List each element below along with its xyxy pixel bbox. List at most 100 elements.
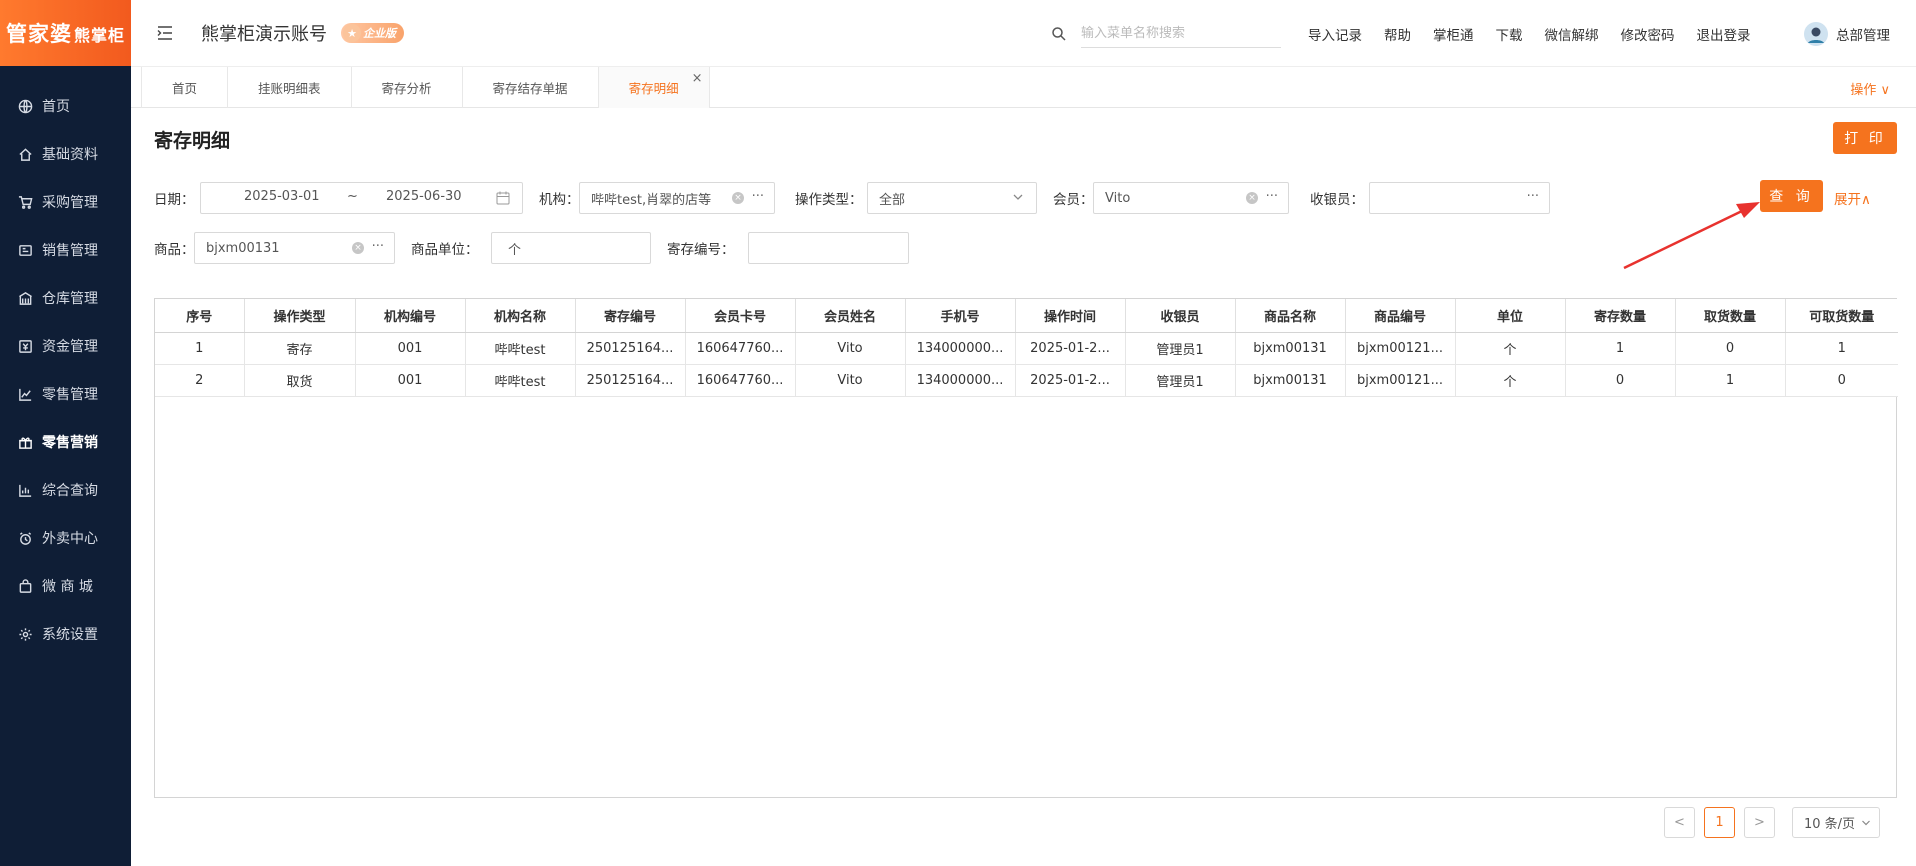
tab-home[interactable]: 首页 — [141, 67, 229, 108]
money-icon — [16, 337, 34, 355]
close-icon[interactable]: × — [692, 71, 703, 86]
page-size-select[interactable]: 10 条/页 — [1792, 807, 1880, 838]
operations-dropdown[interactable]: 操作 ∨ — [1850, 79, 1890, 98]
deposit-no-input[interactable] — [748, 232, 909, 264]
page-1-button[interactable]: 1 — [1704, 807, 1735, 838]
sidebar-item-query[interactable]: 综合查询 — [0, 466, 131, 514]
product-value: bjxm00131 — [206, 240, 280, 256]
page-tabs: 首页 挂账明细表 寄存分析 寄存结存单据 寄存明细 × — [141, 67, 710, 108]
table-cell: 250125164... — [575, 364, 686, 397]
sidebar-item-label: 系统设置 — [42, 627, 98, 643]
print-button[interactable]: 打 印 — [1833, 122, 1897, 154]
table-cell: 取货 — [244, 364, 356, 397]
cashier-selector[interactable]: ··· — [1369, 182, 1550, 214]
import-records-link[interactable]: 导入记录 — [1308, 24, 1362, 44]
table-cell: 2 — [155, 364, 245, 397]
user-menu[interactable]: 总部管理 — [1804, 22, 1890, 46]
column-header[interactable]: 机构名称 — [465, 299, 576, 333]
tab-deposit-detail[interactable]: 寄存明细 × — [598, 67, 710, 108]
column-header[interactable]: 可取货数量 — [1785, 299, 1898, 333]
prev-page-button[interactable]: < — [1664, 807, 1695, 838]
wechat-unbind-link[interactable]: 微信解绑 — [1545, 24, 1599, 44]
clear-icon[interactable]: × — [352, 242, 364, 254]
table-row[interactable]: 1 寄存 001 哔哔test 250125164... 160647760..… — [155, 332, 1898, 365]
column-header[interactable]: 操作时间 — [1015, 299, 1126, 333]
table-cell: 250125164... — [575, 332, 686, 365]
chevron-down-icon — [1862, 820, 1870, 826]
sidebar-item-purchase[interactable]: 采购管理 — [0, 178, 131, 226]
table-cell: 个 — [1455, 332, 1566, 365]
top-header: 熊掌柜演示账号 ★ 企业版 导入记录 帮助 掌柜通 下载 微信解绑 修改密码 退… — [131, 0, 1916, 66]
column-header[interactable]: 手机号 — [905, 299, 1016, 333]
change-password-link[interactable]: 修改密码 — [1621, 24, 1675, 44]
org-selector[interactable]: 哔哔test,肖翠的店等 × ··· — [579, 182, 775, 214]
query-button[interactable]: 查 询 — [1760, 180, 1823, 212]
page-size-value: 10 条/页 — [1804, 817, 1856, 832]
column-header[interactable]: 序号 — [155, 299, 245, 333]
sidebar-item-retail-marketing[interactable]: 零售营销 — [0, 418, 131, 466]
deposit-no-label: 寄存编号： — [667, 242, 735, 258]
calendar-icon — [496, 191, 510, 205]
sidebar-item-retail[interactable]: 零售管理 — [0, 370, 131, 418]
menu-collapse-icon[interactable] — [155, 23, 175, 43]
logout-link[interactable]: 退出登录 — [1697, 24, 1751, 44]
clear-icon[interactable]: × — [732, 192, 744, 204]
more-icon[interactable]: ··· — [752, 189, 764, 204]
sidebar-item-mall[interactable]: 微 商 城 — [0, 562, 131, 610]
logo-sub: 熊掌柜 — [73, 26, 125, 45]
column-header[interactable]: 会员卡号 — [685, 299, 796, 333]
more-icon[interactable]: ··· — [1527, 189, 1539, 204]
unit-input[interactable]: 个 — [491, 232, 651, 264]
expand-toggle[interactable]: 展开∧ — [1834, 188, 1871, 208]
product-selector[interactable]: bjxm00131 × ··· — [194, 232, 395, 264]
more-icon[interactable]: ··· — [1266, 189, 1278, 204]
table-cell: 个 — [1455, 364, 1566, 397]
tab-label: 寄存结存单据 — [492, 81, 568, 96]
tab-credit-detail[interactable]: 挂账明细表 — [228, 67, 352, 108]
date-range-picker[interactable]: 2025-03-01 ~ 2025-06-30 — [200, 182, 523, 214]
product-label: 商品： — [154, 242, 195, 258]
tab-label: 寄存分析 — [381, 81, 432, 96]
column-header[interactable]: 收银员 — [1125, 299, 1236, 333]
menu-search-input[interactable] — [1081, 20, 1281, 48]
sidebar-item-warehouse[interactable]: 仓库管理 — [0, 274, 131, 322]
member-selector[interactable]: Vito × ··· — [1093, 182, 1289, 214]
table-cell: 寄存 — [244, 332, 356, 365]
sidebar-item-funds[interactable]: 资金管理 — [0, 322, 131, 370]
zhangguitong-link[interactable]: 掌柜通 — [1433, 24, 1474, 44]
table-cell: bjxm00121... — [1345, 364, 1456, 397]
sidebar-nav: 首页 基础资料 采购管理 销售管理 仓库管理 资金管理 零售管理 零售营销 综合… — [0, 82, 131, 658]
sidebar-item-settings[interactable]: 系统设置 — [0, 610, 131, 658]
user-name: 总部管理 — [1836, 28, 1890, 44]
chevron-down-icon — [1013, 194, 1023, 200]
column-header[interactable]: 寄存数量 — [1565, 299, 1676, 333]
table-row[interactable]: 2 取货 001 哔哔test 250125164... 160647760..… — [155, 364, 1898, 397]
column-header[interactable]: 会员姓名 — [795, 299, 906, 333]
member-value: Vito — [1105, 190, 1131, 206]
retail-chart-icon — [16, 385, 34, 403]
sidebar-item-label: 综合查询 — [42, 483, 98, 499]
column-header[interactable]: 商品名称 — [1235, 299, 1346, 333]
column-header[interactable]: 寄存编号 — [575, 299, 686, 333]
sidebar-item-home[interactable]: 首页 — [0, 82, 131, 130]
op-type-select[interactable]: 全部 — [867, 182, 1037, 214]
clear-icon[interactable]: × — [1246, 192, 1258, 204]
column-header[interactable]: 商品编号 — [1345, 299, 1456, 333]
column-header[interactable]: 取货数量 — [1675, 299, 1786, 333]
help-link[interactable]: 帮助 — [1384, 24, 1411, 44]
column-header[interactable]: 单位 — [1455, 299, 1566, 333]
sidebar-item-basic-data[interactable]: 基础资料 — [0, 130, 131, 178]
sidebar-item-takeout[interactable]: 外卖中心 — [0, 514, 131, 562]
home-icon — [16, 145, 34, 163]
unit-value: 个 — [508, 242, 522, 258]
bar-chart-icon — [16, 481, 34, 499]
download-link[interactable]: 下载 — [1496, 24, 1523, 44]
column-header[interactable]: 机构编号 — [355, 299, 466, 333]
next-page-button[interactable]: > — [1744, 807, 1775, 838]
more-icon[interactable]: ··· — [372, 239, 384, 254]
tab-deposit-balance-docs[interactable]: 寄存结存单据 — [463, 67, 599, 108]
warehouse-icon — [16, 289, 34, 307]
tab-deposit-analysis[interactable]: 寄存分析 — [352, 67, 463, 108]
column-header[interactable]: 操作类型 — [244, 299, 356, 333]
sidebar-item-sales[interactable]: 销售管理 — [0, 226, 131, 274]
